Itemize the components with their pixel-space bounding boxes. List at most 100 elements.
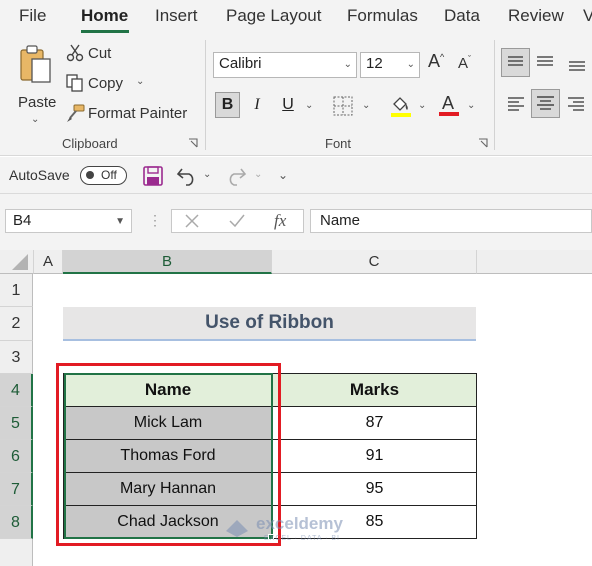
tab-home[interactable]: Home [81, 6, 128, 26]
row-header-8[interactable]: 8 [0, 506, 33, 539]
worksheet-grid[interactable]: A B C 1 2 3 4 5 6 7 8 Use of Ribbon Name… [0, 250, 592, 566]
align-left-icon[interactable] [505, 94, 527, 114]
column-header-c[interactable]: C [272, 250, 477, 274]
font-group-label: Font [325, 136, 352, 151]
ribbon: Paste ⌄ Cut Copy ⌄ Format Painter Clipbo… [0, 34, 592, 156]
row-header-3[interactable]: 3 [0, 341, 33, 374]
align-bottom-icon[interactable] [566, 54, 588, 74]
borders-icon[interactable] [333, 96, 353, 116]
tab-data[interactable]: Data [444, 6, 480, 26]
cancel-icon[interactable] [184, 213, 200, 229]
decrease-font-icon[interactable]: Aˇ [458, 54, 471, 72]
row-header-4[interactable]: 4 [0, 374, 33, 407]
row-header-1[interactable]: 1 [0, 274, 33, 307]
insert-function-button[interactable]: fx [274, 211, 286, 231]
fill-color-dropdown-icon[interactable]: ⌄ [418, 100, 426, 111]
tab-insert[interactable]: Insert [155, 6, 198, 26]
undo-icon[interactable] [176, 166, 198, 186]
row-header-9[interactable] [0, 539, 33, 566]
sheet-title[interactable]: Use of Ribbon [63, 307, 476, 341]
underline-button[interactable]: U [276, 92, 300, 118]
font-size-value: 12 [366, 55, 383, 72]
group-separator [205, 40, 206, 150]
table-cell-marks[interactable]: 91 [272, 439, 477, 473]
column-header-a[interactable]: A [34, 250, 63, 274]
watermark-name: exceldemy [256, 514, 343, 533]
font-launcher-icon[interactable] [478, 138, 488, 148]
redo-dropdown-icon[interactable]: ⌄ [254, 169, 262, 180]
paste-dropdown-icon[interactable]: ⌄ [31, 114, 39, 125]
clipboard-launcher-icon[interactable] [188, 138, 198, 148]
paste-icon [19, 44, 53, 84]
align-top-button[interactable] [501, 48, 530, 77]
align-center-icon [537, 96, 554, 110]
copy-icon [66, 74, 84, 93]
autosave-label: AutoSave [9, 167, 70, 183]
align-center-button[interactable] [531, 89, 560, 118]
row-header-7[interactable]: 7 [0, 473, 33, 506]
svg-text:A: A [442, 93, 454, 113]
column-header-b[interactable]: B [63, 250, 272, 274]
font-color-icon[interactable]: A [438, 92, 460, 118]
tab-view[interactable]: V [583, 6, 592, 26]
row-header-5[interactable]: 5 [0, 407, 33, 440]
table-cell-marks[interactable]: 87 [272, 406, 477, 440]
watermark-tagline: EXCEL · DATA · BI [264, 535, 340, 542]
quick-access-toolbar: AutoSave Off ⌄ ⌄ ⌄ [0, 157, 592, 194]
undo-dropdown-icon[interactable]: ⌄ [203, 169, 211, 180]
table-header-marks[interactable]: Marks [272, 373, 477, 407]
column-header-d[interactable] [477, 250, 592, 274]
italic-button[interactable]: I [245, 92, 269, 118]
tab-review[interactable]: Review [508, 6, 564, 26]
underline-dropdown-icon[interactable]: ⌄ [305, 100, 313, 111]
name-box[interactable]: B4 ▼ [5, 209, 132, 233]
format-painter-label: Format Painter [88, 105, 188, 122]
tab-page-layout[interactable]: Page Layout [226, 6, 321, 26]
font-size-select[interactable]: 12 ⌄ [360, 52, 420, 78]
copy-label: Copy [88, 75, 124, 92]
enter-icon[interactable] [228, 213, 246, 229]
fill-color-icon[interactable] [390, 94, 412, 118]
customize-qat-icon[interactable]: ⌄ [278, 168, 288, 182]
row-header-6[interactable]: 6 [0, 440, 33, 473]
font-name-select[interactable]: Calibri ⌄ [213, 52, 357, 78]
formula-bar-grip-icon[interactable]: ⋮ [148, 212, 162, 229]
paste-label: Paste [18, 94, 57, 111]
align-right-icon[interactable] [565, 94, 587, 114]
increase-font-icon[interactable]: A^ [428, 51, 444, 72]
copy-dropdown-icon[interactable]: ⌄ [136, 76, 144, 87]
autosave-state: Off [101, 168, 117, 182]
table-cell-marks[interactable]: 95 [272, 472, 477, 506]
align-top-icon [508, 56, 523, 66]
font-name-value: Calibri [219, 55, 262, 72]
group-separator [494, 40, 495, 150]
formula-buttons: fx [171, 209, 304, 233]
autosave-toggle[interactable]: Off [80, 166, 127, 185]
clipboard-group-label: Clipboard [62, 136, 118, 151]
name-box-value: B4 [13, 212, 32, 229]
font-name-dropdown-icon: ⌄ [343, 59, 352, 70]
tab-formulas[interactable]: Formulas [347, 6, 418, 26]
borders-dropdown-icon[interactable]: ⌄ [362, 100, 370, 111]
brush-icon [66, 104, 85, 123]
select-all-corner[interactable] [0, 250, 34, 274]
save-icon[interactable] [143, 166, 163, 186]
align-middle-icon[interactable] [534, 52, 556, 72]
redo-icon[interactable] [225, 166, 247, 186]
name-box-dropdown-icon: ▼ [115, 216, 125, 227]
scissors-icon [66, 44, 84, 62]
cut-label: Cut [88, 45, 112, 62]
menu-bar: File Home Insert Page Layout Formulas Da… [0, 0, 592, 34]
excel-window: File Home Insert Page Layout Formulas Da… [0, 0, 592, 566]
paste-button[interactable]: Paste ⌄ [10, 42, 62, 132]
toggle-knob [86, 171, 94, 179]
formula-input[interactable]: Name [310, 209, 592, 233]
tab-file[interactable]: File [19, 6, 46, 26]
watermark-icon [226, 520, 248, 537]
bold-button[interactable]: B [215, 92, 240, 118]
font-color-dropdown-icon[interactable]: ⌄ [467, 100, 475, 111]
row-header-2[interactable]: 2 [0, 307, 33, 341]
active-tab-indicator [81, 30, 129, 33]
formula-bar: B4 ▼ ⋮ fx Name [0, 194, 592, 250]
font-size-dropdown-icon: ⌄ [406, 59, 415, 70]
